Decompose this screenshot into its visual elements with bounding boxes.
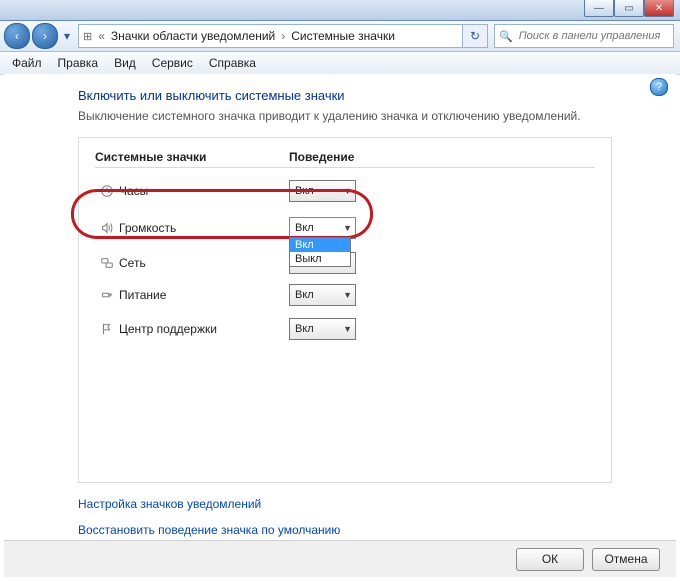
- row-clock-label: Часы: [119, 184, 289, 198]
- volume-icon: [95, 221, 119, 235]
- menu-help[interactable]: Справка: [201, 54, 264, 72]
- menu-edit[interactable]: Правка: [50, 54, 107, 72]
- cancel-button[interactable]: Отмена: [592, 548, 660, 571]
- breadcrumb-2[interactable]: Системные значки: [291, 29, 395, 43]
- column-header-icons: Системные значки: [95, 150, 289, 164]
- dropdown-option-off[interactable]: Выкл: [290, 252, 350, 266]
- clock-icon: [95, 184, 119, 198]
- row-power: Питание Вкл▼: [95, 278, 595, 312]
- row-action-label: Центр поддержки: [119, 322, 289, 336]
- menu-view[interactable]: Вид: [106, 54, 144, 72]
- minimize-button[interactable]: —: [584, 0, 614, 17]
- row-network-label: Сеть: [119, 256, 289, 270]
- search-box[interactable]: 🔍: [494, 24, 674, 48]
- column-header-behavior: Поведение: [289, 150, 354, 164]
- row-power-select[interactable]: Вкл▼: [289, 284, 356, 306]
- chevron-down-icon: ▼: [343, 324, 352, 334]
- tray-icon: ⊞: [83, 30, 92, 43]
- chevron-down-icon: ▼: [343, 290, 352, 300]
- help-icon[interactable]: ?: [650, 78, 668, 96]
- maximize-button[interactable]: ▭: [614, 0, 644, 17]
- row-clock-select[interactable]: Вкл▼: [289, 180, 356, 202]
- row-power-label: Питание: [119, 288, 289, 302]
- search-icon: 🔍: [499, 30, 513, 43]
- title-bar: — ▭ ✕: [0, 0, 680, 21]
- menu-service[interactable]: Сервис: [144, 54, 201, 72]
- row-action-select[interactable]: Вкл▼: [289, 318, 356, 340]
- breadcrumb-sep-icon: «: [98, 29, 105, 43]
- row-action-center: Центр поддержки Вкл▼: [95, 312, 595, 346]
- dropdown-option-on[interactable]: Вкл: [290, 238, 350, 252]
- flag-icon: [95, 322, 119, 336]
- chevron-down-icon: ▼: [343, 186, 352, 196]
- close-button[interactable]: ✕: [644, 0, 674, 17]
- search-input[interactable]: [517, 29, 669, 43]
- link-restore-defaults[interactable]: Восстановить поведение значка по умолчан…: [78, 523, 676, 537]
- navigation-bar: ‹ › ▾ ⊞ « Значки области уведомлений › С…: [0, 21, 680, 52]
- link-customize-icons[interactable]: Настройка значков уведомлений: [78, 497, 676, 511]
- forward-button[interactable]: ›: [32, 23, 58, 49]
- menu-bar: Файл Правка Вид Сервис Справка: [0, 52, 680, 75]
- row-volume: Громкость Вкл▼ Вкл Выкл: [95, 208, 595, 248]
- ok-button[interactable]: ОК: [516, 548, 584, 571]
- network-icon: [95, 256, 119, 270]
- row-volume-select[interactable]: Вкл▼ Вкл Выкл: [289, 217, 356, 239]
- content-area: ? Включить или выключить системные значк…: [4, 74, 676, 577]
- menu-file[interactable]: Файл: [4, 54, 50, 72]
- power-icon: [95, 288, 119, 302]
- dialog-footer: ОК Отмена: [4, 540, 676, 577]
- page-subtext: Выключение системного значка приводит к …: [4, 109, 676, 137]
- chevron-down-icon: ▼: [343, 223, 352, 233]
- address-bar[interactable]: ⊞ « Значки области уведомлений › Системн…: [78, 24, 463, 48]
- settings-panel: Системные значки Поведение Часы Вкл▼ Гро…: [78, 137, 612, 483]
- page-title: Включить или выключить системные значки: [4, 74, 676, 109]
- back-button[interactable]: ‹: [4, 23, 30, 49]
- row-clock: Часы Вкл▼: [95, 174, 595, 208]
- breadcrumb-1[interactable]: Значки области уведомлений: [111, 29, 275, 43]
- row-volume-dropdown: Вкл Выкл: [289, 237, 351, 267]
- history-dropdown[interactable]: ▾: [60, 26, 74, 46]
- refresh-button[interactable]: ↻: [463, 24, 488, 48]
- row-volume-label: Громкость: [119, 221, 289, 235]
